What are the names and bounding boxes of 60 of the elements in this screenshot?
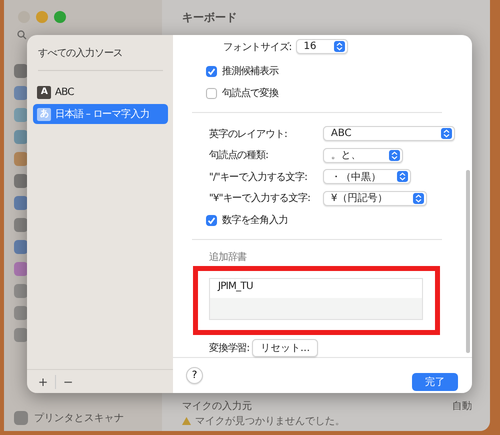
settings-category-icon[interactable] (14, 328, 28, 342)
popup-menu[interactable]: ¥（円記号） (323, 190, 427, 206)
setting-label: マイクの入力元 (182, 400, 252, 413)
settings-category-icon[interactable] (14, 196, 28, 210)
source-badge: A (37, 86, 51, 99)
stepper-icon (413, 192, 424, 204)
checkbox-label[interactable]: 推測候補表示 (222, 64, 278, 78)
stepper-icon (441, 128, 452, 140)
search-icon (17, 30, 27, 40)
font-size-popup[interactable]: 16 (296, 39, 348, 54)
input-source-item[interactable]: A ABC (33, 83, 168, 102)
window-title: キーボード (182, 10, 238, 25)
setting-label: フォントサイズ: (223, 40, 292, 54)
setting-label: "¥"キーで入力する文字: (209, 192, 312, 206)
settings-category-icon[interactable] (14, 218, 28, 232)
checkbox-label[interactable]: 句読点で変換 (222, 86, 278, 100)
help-button[interactable]: ? (186, 367, 203, 384)
setting-label: "/"キーで入力する文字: (209, 170, 308, 184)
checkmark-icon (207, 66, 216, 76)
scrollbar[interactable] (466, 170, 470, 353)
warning-text: マイクが見つかりませんでした。 (195, 415, 345, 428)
settings-category-icon[interactable] (14, 174, 28, 188)
section-label: 追加辞書 (209, 250, 248, 264)
sidebar-item[interactable]: プリンタとスキャナ (34, 411, 124, 425)
settings-category-icon[interactable] (14, 306, 28, 320)
warning-icon (182, 417, 191, 425)
settings-category-icon[interactable] (14, 130, 28, 144)
reset-button[interactable]: リセット... (252, 339, 318, 357)
popup-menu[interactable]: 。と、 (323, 148, 403, 163)
source-label: ABC (55, 87, 74, 98)
settings-category-icon[interactable] (14, 108, 28, 122)
checkbox-label[interactable]: 数字を全角入力 (222, 213, 288, 227)
checkbox[interactable] (206, 214, 217, 226)
checkbox[interactable] (206, 88, 217, 98)
settings-category-icon[interactable] (14, 284, 28, 298)
settings-category-icon[interactable] (14, 240, 28, 254)
remove-button[interactable]: − (56, 374, 80, 388)
popup-menu[interactable]: ・（中黒） (323, 169, 411, 184)
source-badge: あ (37, 108, 51, 120)
checkbox[interactable] (206, 66, 217, 76)
dictionary-item[interactable]: JPIM_TU (210, 279, 422, 298)
settings-category-icon[interactable] (14, 64, 28, 78)
stepper-icon (334, 41, 345, 52)
settings-category-icon[interactable] (14, 262, 28, 276)
source-label: 日本語 – ローマ字入力 (55, 108, 150, 121)
settings-category-icon[interactable] (14, 86, 28, 100)
printer-icon[interactable] (14, 411, 28, 425)
add-button[interactable]: + (31, 374, 56, 388)
setting-label: 変換学習: (209, 342, 250, 355)
setting-label: 英字のレイアウト: (209, 128, 288, 141)
stepper-icon (389, 150, 400, 161)
stepper-icon (397, 171, 408, 182)
settings-category-icon[interactable] (14, 152, 28, 166)
mic-popup[interactable]: 自動 (452, 399, 472, 413)
popup-menu[interactable]: ABC (323, 126, 455, 142)
input-source-item[interactable]: あ 日本語 – ローマ字入力 (33, 104, 168, 124)
section-title: すべての入力ソース (37, 46, 124, 60)
done-button[interactable]: 完了 (412, 372, 458, 390)
setting-label: 句読点の種類: (209, 148, 270, 162)
checkmark-icon (207, 216, 216, 224)
